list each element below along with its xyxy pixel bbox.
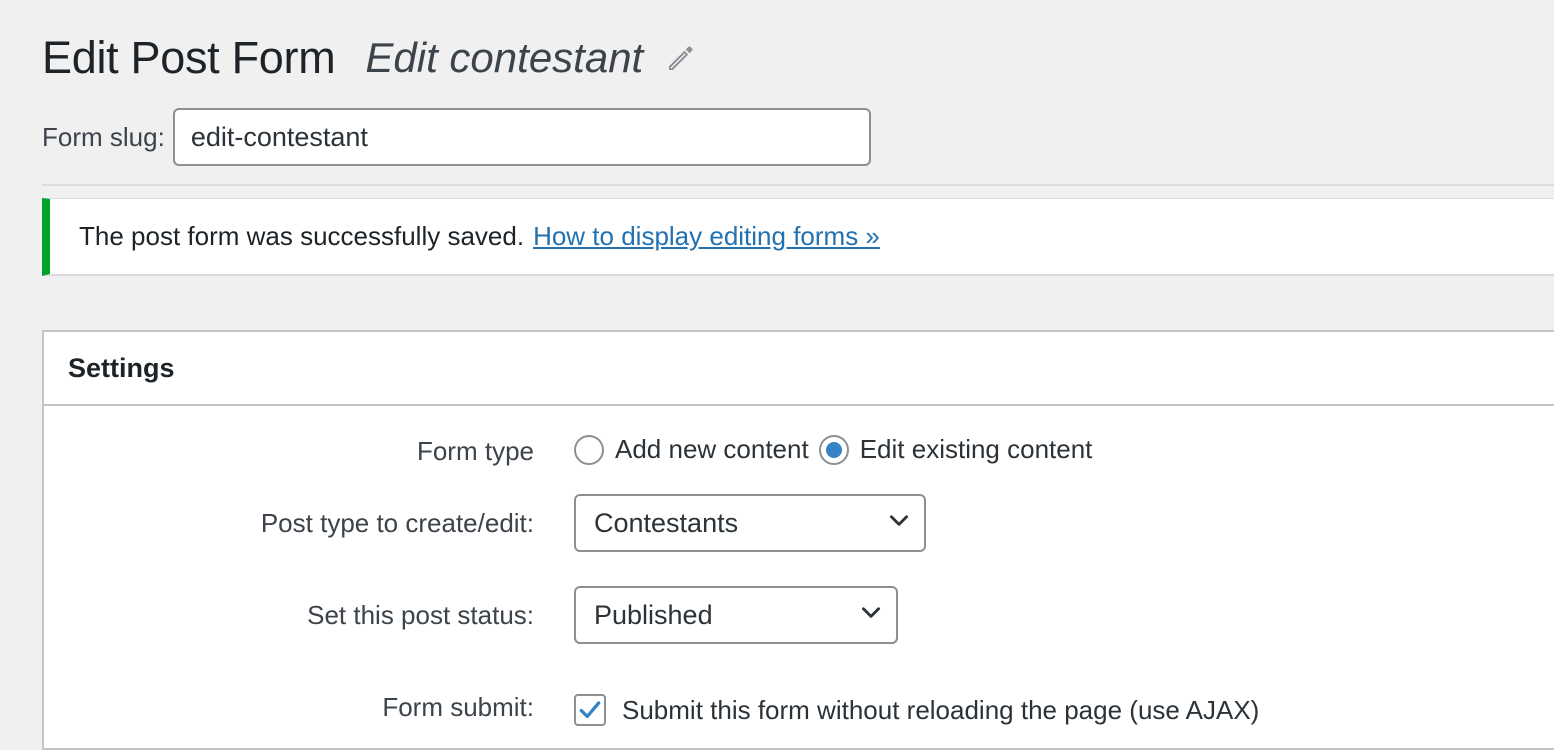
form-type-row: Form type Add new content Edit existing …	[44, 434, 1554, 467]
checkmark-icon	[579, 701, 601, 719]
post-type-row: Post type to create/edit: Contestants	[44, 494, 1554, 552]
form-submit-row: Form submit: Submit this form without re…	[44, 692, 1554, 726]
chevron-down-icon	[886, 507, 912, 540]
radio-edit-existing-content-label[interactable]: Edit existing content	[860, 434, 1093, 465]
radio-add-new-content-label[interactable]: Add new content	[615, 434, 809, 465]
post-status-control: Published	[574, 586, 898, 644]
ajax-submit-checkbox[interactable]	[574, 694, 606, 726]
form-slug-row: Form slug:	[42, 108, 871, 166]
ajax-submit-label[interactable]: Submit this form without reloading the p…	[622, 695, 1259, 726]
post-status-select[interactable]: Published	[574, 586, 898, 644]
notice-message: The post form was successfully saved.	[79, 221, 525, 251]
form-type-label: Form type	[416, 436, 534, 466]
form-type-options: Add new content Edit existing content	[574, 434, 1102, 465]
success-notice: The post form was successfully saved. Ho…	[42, 198, 1554, 276]
radio-add-new-content[interactable]	[574, 434, 604, 465]
page-title: Edit Post Form Edit contestant	[42, 28, 701, 88]
post-type-select[interactable]: Contestants	[574, 494, 926, 552]
pencil-icon[interactable]	[661, 38, 701, 78]
form-slug-input[interactable]	[172, 108, 871, 166]
settings-title: Settings	[44, 332, 1554, 406]
post-type-value: Contestants	[594, 507, 739, 538]
post-type-control: Contestants	[574, 494, 926, 552]
post-type-label: Post type to create/edit:	[260, 508, 534, 538]
form-submit-label: Form submit:	[382, 692, 534, 722]
header-divider	[42, 184, 1554, 186]
form-slug-label: Form slug:	[42, 121, 165, 152]
form-name-title[interactable]: Edit contestant	[365, 34, 643, 82]
post-status-row: Set this post status: Published	[44, 586, 1554, 644]
post-status-label: Set this post status:	[307, 600, 534, 630]
radio-edit-existing-content[interactable]	[818, 434, 849, 465]
chevron-down-icon	[858, 599, 884, 632]
display-forms-help-link[interactable]: How to display editing forms »	[533, 221, 880, 252]
settings-panel: Settings Form type Add new content Edit …	[42, 330, 1554, 750]
form-submit-control: Submit this form without reloading the p…	[574, 694, 1259, 726]
page-heading: Edit Post Form	[42, 32, 336, 83]
post-status-value: Published	[594, 599, 713, 630]
